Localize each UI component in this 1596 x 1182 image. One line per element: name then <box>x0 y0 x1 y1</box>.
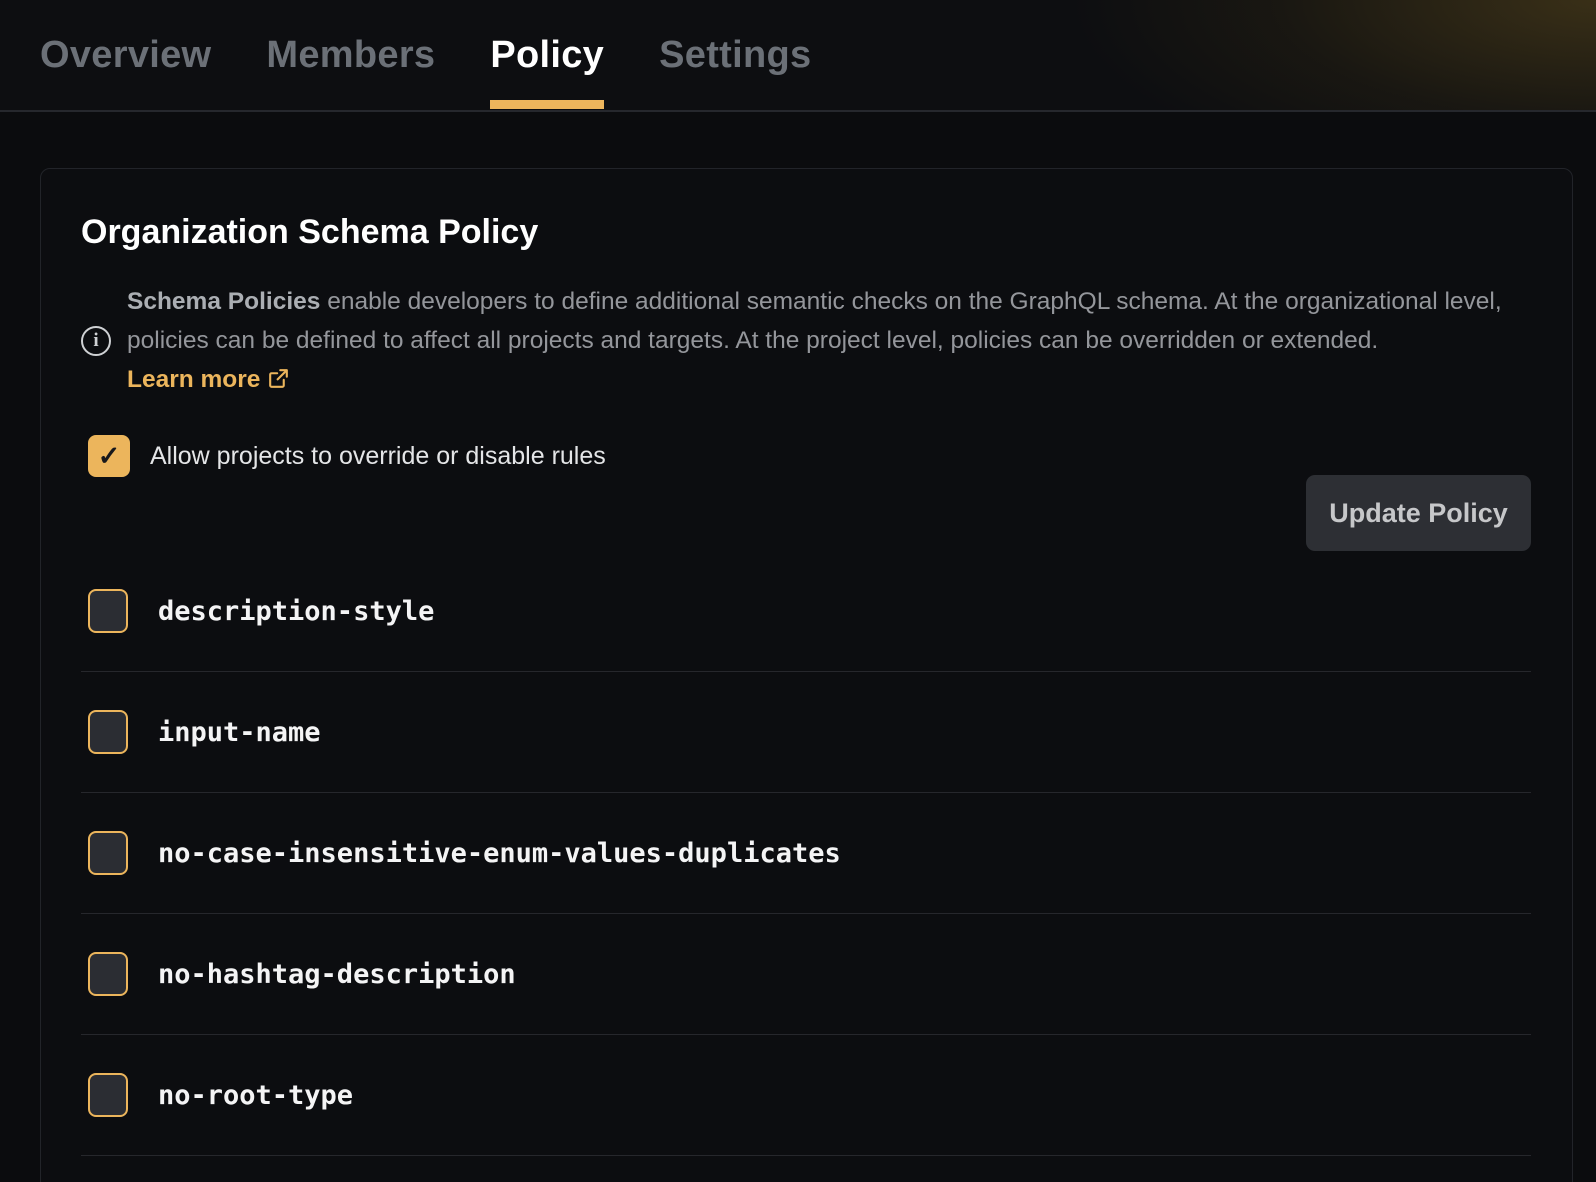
tab-overview[interactable]: Overview <box>40 0 211 110</box>
rule-name: no-hashtag-description <box>158 959 516 990</box>
rule-checkbox[interactable] <box>88 831 128 875</box>
allow-override-label: Allow projects to override or disable ru… <box>150 442 606 471</box>
allow-override-row: ✓ Allow projects to override or disable … <box>81 435 1531 477</box>
rule-name: description-style <box>158 596 434 627</box>
update-policy-button[interactable]: Update Policy <box>1306 475 1531 551</box>
info-text-body: enable developers to define additional s… <box>127 288 1502 354</box>
rule-row-no-case-insensitive-enum-values-duplicates: no-case-insensitive-enum-values-duplicat… <box>81 793 1531 914</box>
info-callout: i Schema Policies enable developers to d… <box>81 282 1531 399</box>
rule-name: no-case-insensitive-enum-values-duplicat… <box>158 838 841 869</box>
tab-members[interactable]: Members <box>266 0 435 110</box>
learn-more-link[interactable]: Learn more <box>127 366 289 393</box>
rule-checkbox[interactable] <box>88 589 128 633</box>
rule-checkbox[interactable] <box>88 952 128 996</box>
info-text: Schema Policies enable developers to def… <box>127 282 1505 399</box>
tab-members-label: Members <box>266 34 435 77</box>
external-link-icon <box>268 368 289 389</box>
allow-override-checkbox[interactable]: ✓ <box>88 435 130 477</box>
rule-row-input-name: input-name <box>81 672 1531 793</box>
rule-checkbox[interactable] <box>88 1073 128 1117</box>
page-title: Organization Schema Policy <box>81 213 1531 252</box>
tab-bar: Overview Members Policy Settings <box>0 0 1596 112</box>
button-row: Update Policy <box>81 475 1531 551</box>
info-circle-icon: i <box>81 326 111 356</box>
tab-settings-label: Settings <box>659 34 811 77</box>
rule-name: no-root-type <box>158 1080 353 1111</box>
rule-name: input-name <box>158 717 321 748</box>
rule-row-no-hashtag-description: no-hashtag-description <box>81 914 1531 1035</box>
tab-settings[interactable]: Settings <box>659 0 811 110</box>
info-text-bold: Schema Policies <box>127 288 320 315</box>
tab-policy-label: Policy <box>490 34 604 77</box>
tab-policy[interactable]: Policy <box>490 0 604 110</box>
rule-checkbox[interactable] <box>88 710 128 754</box>
rule-row-description-style: description-style <box>81 551 1531 672</box>
learn-more-label: Learn more <box>127 366 260 393</box>
rules-list: description-style input-name no-case-ins… <box>81 551 1531 1156</box>
rule-row-no-root-type: no-root-type <box>81 1035 1531 1156</box>
schema-policy-card: Organization Schema Policy i Schema Poli… <box>40 168 1573 1182</box>
active-tab-underline <box>490 100 604 109</box>
tab-overview-label: Overview <box>40 34 211 77</box>
